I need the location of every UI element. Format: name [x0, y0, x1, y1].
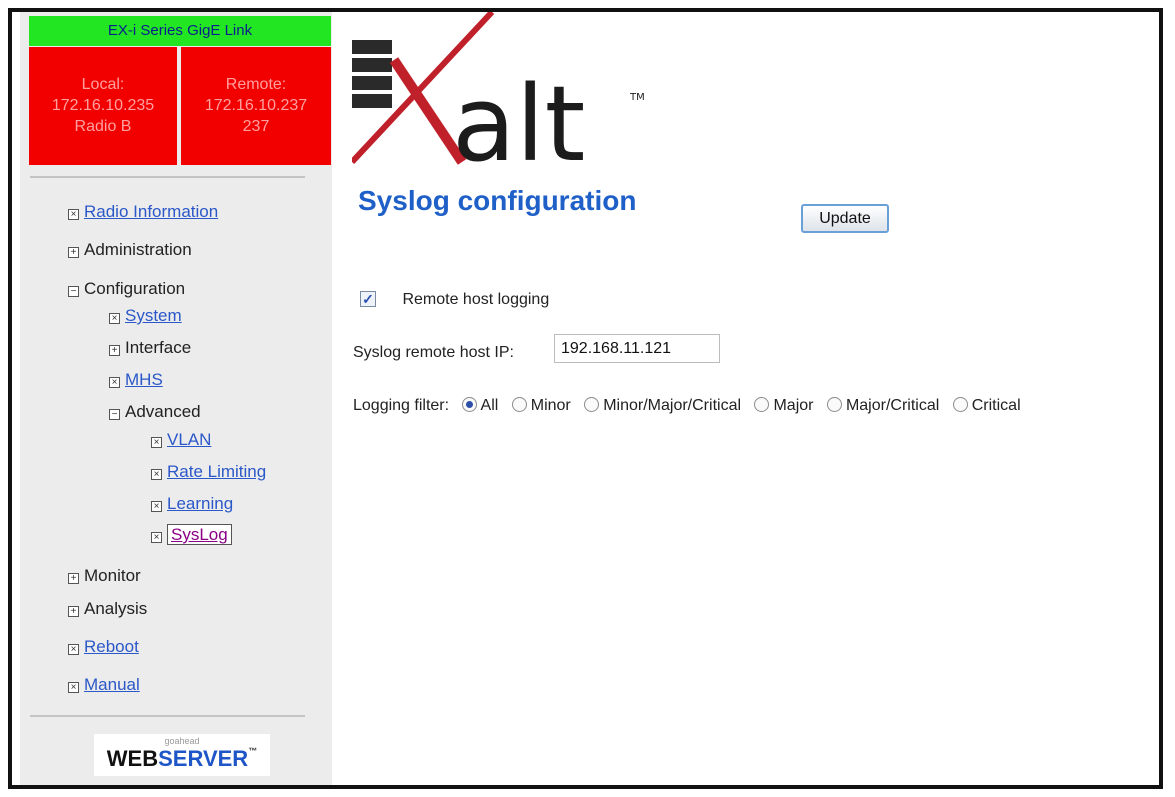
webserver-web-text: WEB	[106, 746, 159, 771]
system-link[interactable]: System	[125, 306, 182, 325]
remote-logging-label: Remote host logging	[402, 291, 550, 308]
remote-label: Remote:	[225, 76, 287, 93]
monitor-label: Monitor	[84, 566, 141, 585]
nav-item-reboot[interactable]: × Reboot	[68, 637, 139, 657]
webserver-server-text: SERVER	[158, 746, 249, 771]
page-icon: ×	[68, 209, 79, 220]
collapse-minus-icon: −	[109, 409, 120, 420]
page-icon: ×	[109, 377, 120, 388]
page-icon: ×	[109, 313, 120, 324]
filter-option-critical[interactable]: Critical	[952, 397, 1021, 414]
filter-option-label: Minor/Major/Critical	[603, 397, 742, 414]
radio-selected-icon[interactable]	[461, 397, 477, 412]
nav-item-vlan[interactable]: × VLAN	[151, 430, 211, 450]
filter-option-label: Critical	[971, 397, 1021, 414]
radio-icon[interactable]	[754, 397, 770, 412]
nav-item-mhs[interactable]: × MHS	[109, 370, 163, 390]
remote-ip: 172.16.10.237	[204, 97, 308, 114]
nav-item-radio-information[interactable]: × Radio Information	[68, 202, 218, 222]
sidebar-divider-bottom	[30, 715, 305, 717]
logging-filter-row: Logging filter: All Minor Minor/Major/Cr…	[353, 395, 1030, 415]
page-icon: ×	[151, 501, 162, 512]
expand-plus-icon: +	[109, 345, 120, 356]
expand-plus-icon: +	[68, 247, 79, 258]
radio-icon[interactable]	[826, 397, 842, 412]
exalt-wordmark: alt	[452, 63, 585, 182]
radio-information-link[interactable]: Radio Information	[84, 202, 218, 221]
host-ip-label: Syslog remote host IP:	[353, 344, 514, 361]
collapse-minus-icon: −	[68, 286, 79, 297]
remote-id: 237	[242, 118, 270, 135]
filter-option-label: Minor	[530, 397, 571, 414]
interface-label: Interface	[125, 338, 192, 357]
filter-option-minor[interactable]: Minor	[511, 397, 571, 414]
trademark-mark: ™	[248, 746, 258, 756]
page-icon: ×	[151, 469, 162, 480]
filter-option-all[interactable]: All	[461, 397, 499, 414]
logging-filter-label: Logging filter:	[353, 397, 450, 414]
radio-icon[interactable]	[511, 397, 527, 412]
nav-item-manual[interactable]: × Manual	[68, 675, 140, 695]
update-button[interactable]: Update	[801, 204, 889, 233]
nav-item-system[interactable]: × System	[109, 306, 182, 326]
nav-item-analysis[interactable]: + Analysis	[68, 599, 147, 619]
nav-item-monitor[interactable]: + Monitor	[68, 566, 141, 586]
page-icon: ×	[68, 682, 79, 693]
nav-item-syslog[interactable]: × SysLog	[151, 524, 232, 545]
sidebar: EX-i Series GigE Link Local: 172.16.10.2…	[20, 12, 332, 785]
syslog-host-ip-input[interactable]	[554, 334, 720, 363]
vlan-link[interactable]: VLAN	[167, 430, 211, 449]
page-icon: ×	[151, 437, 162, 448]
radio-icon[interactable]	[584, 397, 600, 412]
remote-status-box: Remote: 172.16.10.237 237	[181, 47, 331, 165]
nav-item-configuration[interactable]: − Configuration	[68, 279, 185, 299]
administration-label: Administration	[84, 240, 192, 259]
webserver-wordmark: WEBSERVER™	[107, 746, 257, 771]
advanced-label: Advanced	[125, 402, 201, 421]
configuration-label: Configuration	[84, 279, 186, 298]
filter-option-major[interactable]: Major	[754, 397, 813, 414]
learning-link[interactable]: Learning	[167, 494, 233, 513]
filter-option-major-critical[interactable]: Major/Critical	[826, 397, 940, 414]
browser-frame: EX-i Series GigE Link Local: 172.16.10.2…	[8, 8, 1163, 789]
reboot-link[interactable]: Reboot	[84, 637, 139, 656]
remote-logging-row: ✓ Remote host logging	[360, 291, 549, 309]
expand-plus-icon: +	[68, 606, 79, 617]
main-panel: alt TM Syslog configuration Update ✓ Rem…	[332, 12, 1159, 785]
filter-option-label: All	[480, 397, 499, 414]
nav-item-learning[interactable]: × Learning	[151, 494, 233, 514]
filter-option-label: Major/Critical	[845, 397, 940, 414]
nav-item-administration[interactable]: + Administration	[68, 240, 192, 260]
analysis-label: Analysis	[84, 599, 148, 618]
page-title: Syslog configuration	[358, 185, 637, 216]
radio-icon[interactable]	[952, 397, 968, 412]
syslog-link[interactable]: SysLog	[167, 524, 232, 545]
page-icon: ×	[68, 644, 79, 655]
filter-option-label: Major	[773, 397, 814, 414]
mhs-link[interactable]: MHS	[125, 370, 163, 389]
local-radio: Radio B	[74, 118, 132, 135]
exalt-logo: alt TM	[352, 12, 645, 182]
page-icon: ×	[151, 532, 162, 543]
webserver-logo: goahead WEBSERVER™	[94, 734, 270, 776]
remote-logging-checkbox[interactable]: ✓	[360, 291, 376, 307]
local-ip: 172.16.10.235	[51, 97, 155, 114]
nav-item-interface[interactable]: + Interface	[109, 338, 191, 358]
exalt-bars-icon	[352, 40, 392, 108]
rate-limiting-link[interactable]: Rate Limiting	[167, 462, 266, 481]
manual-link[interactable]: Manual	[84, 675, 140, 694]
local-label: Local:	[81, 76, 125, 93]
nav-item-advanced[interactable]: − Advanced	[109, 402, 201, 422]
sidebar-divider-top	[30, 176, 305, 178]
goahead-text: goahead	[164, 736, 200, 746]
link-status-title: EX-i Series GigE Link	[29, 16, 331, 46]
local-status-box: Local: 172.16.10.235 Radio B	[29, 47, 177, 165]
exalt-tm: TM	[629, 92, 645, 103]
nav-item-rate-limiting[interactable]: × Rate Limiting	[151, 462, 266, 482]
filter-option-minor-major-critical[interactable]: Minor/Major/Critical	[584, 397, 741, 414]
expand-plus-icon: +	[68, 573, 79, 584]
